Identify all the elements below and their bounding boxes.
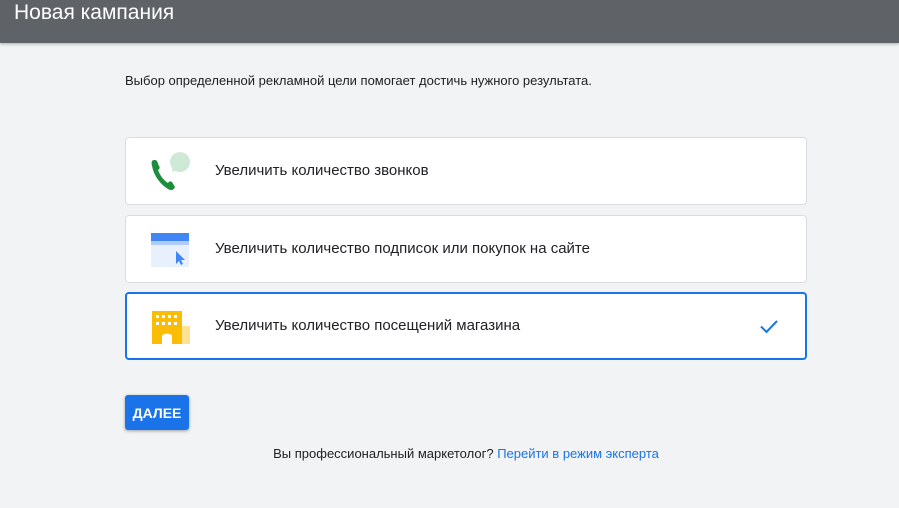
top-app-bar: Новая кампания — [0, 0, 899, 43]
store-building-icon — [148, 307, 192, 347]
expert-mode-prompt: Вы профессиональный маркетолог? Перейти … — [0, 446, 899, 461]
website-click-icon — [148, 230, 192, 270]
goal-option-label: Увеличить количество подписок или покупо… — [215, 240, 590, 257]
goal-option-website[interactable]: Увеличить количество подписок или покупо… — [125, 215, 807, 283]
expert-question: Вы профессиональный маркетолог? — [273, 446, 494, 461]
next-button[interactable]: ДАЛЕЕ — [125, 395, 189, 430]
expert-mode-link[interactable]: Перейти в режим эксперта — [497, 446, 659, 461]
goal-description: Выбор определенной рекламной цели помога… — [125, 73, 592, 88]
goal-option-calls[interactable]: Увеличить количество звонков — [125, 137, 807, 205]
goal-option-label: Увеличить количество звонков — [215, 162, 429, 179]
checkmark-icon — [759, 316, 779, 336]
page-title: Новая кампания — [14, 1, 175, 24]
goal-option-store-visits[interactable]: Увеличить количество посещений магазина — [125, 292, 807, 360]
goal-option-label: Увеличить количество посещений магазина — [215, 317, 521, 334]
phone-call-icon — [148, 152, 192, 192]
